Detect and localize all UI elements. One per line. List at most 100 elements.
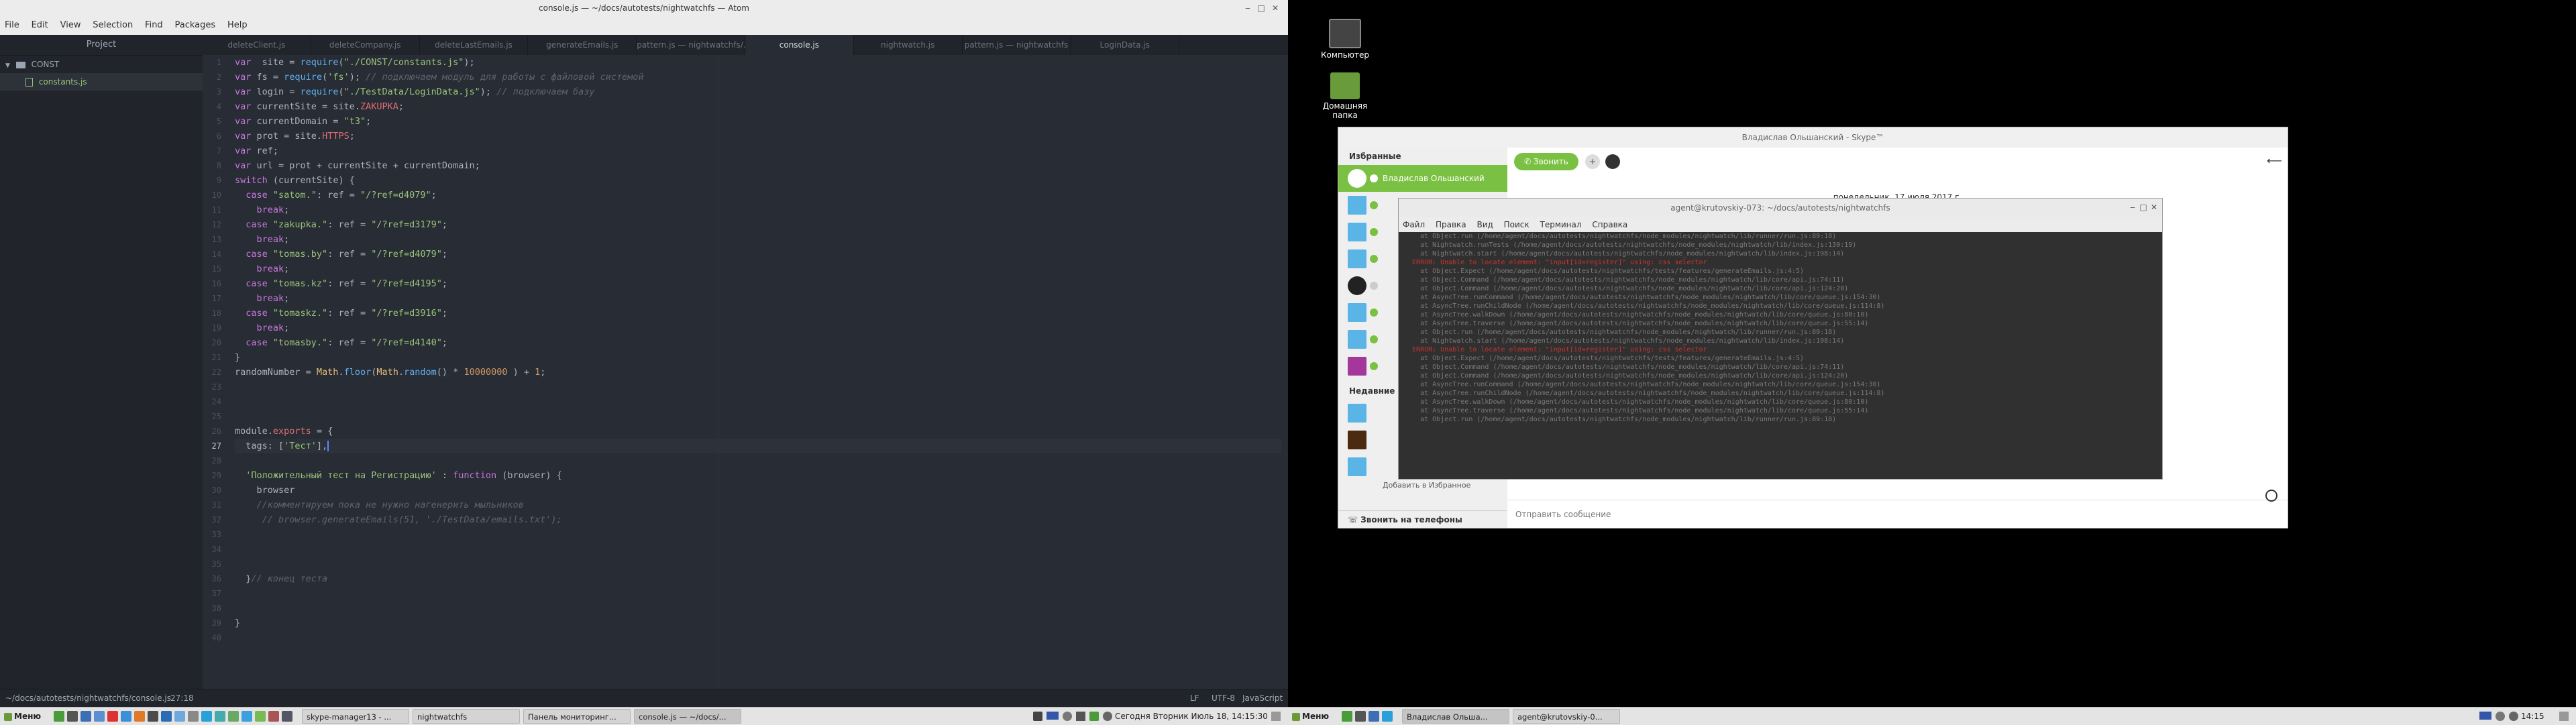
settings-launcher-icon[interactable] — [188, 711, 199, 722]
code-line[interactable]: break; — [235, 262, 1281, 276]
desktop-icon-computer[interactable]: Компьютер — [1315, 19, 1375, 60]
status-grammar[interactable]: JavaScript — [1242, 689, 1283, 707]
code-line[interactable] — [235, 453, 1281, 468]
skype-launcher-icon[interactable] — [201, 711, 212, 722]
back-arrow-icon[interactable]: ⟵ — [2267, 154, 2282, 167]
menu-file[interactable]: File — [0, 16, 24, 35]
terminal-menu-view[interactable]: Вид — [1472, 217, 1497, 232]
code-line[interactable] — [235, 527, 1281, 542]
taskbar-clock[interactable]: Сегодня Вторник Июль 18, 14:15:30 — [1115, 708, 1268, 725]
code-line[interactable]: tags: ['Тест'], — [235, 439, 1281, 453]
menu-help[interactable]: Help — [223, 16, 252, 35]
tab-console[interactable]: console.js — [745, 35, 854, 55]
terminal-output[interactable]: at Object.run (/home/agent/docs/autotest… — [1399, 232, 2162, 479]
status-file-path[interactable]: ~/docs/autotests/nightwatchfs/console.js — [5, 689, 171, 707]
menu-view[interactable]: View — [56, 16, 86, 35]
code-line[interactable] — [235, 542, 1281, 557]
code-line[interactable]: } — [235, 616, 1281, 630]
code-line[interactable]: break; — [235, 321, 1281, 335]
add-to-favorites-link[interactable]: Добавить в Избранное — [1338, 480, 1507, 491]
maximize-icon[interactable]: □ — [2138, 203, 2149, 212]
code-line[interactable]: switch (currentSite) { — [235, 173, 1281, 188]
keyboard-layout-flag-icon[interactable] — [2479, 712, 2491, 720]
code-line[interactable]: break; — [235, 232, 1281, 247]
code-line[interactable]: case "satom.": ref = "/?ref=d4079"; — [235, 188, 1281, 203]
menu-packages[interactable]: Packages — [170, 16, 221, 35]
code-line[interactable]: case "tomaskz.": ref = "/?ref=d3916"; — [235, 306, 1281, 321]
close-icon[interactable]: ✕ — [2149, 203, 2159, 212]
history-icon[interactable] — [1605, 154, 1620, 169]
tree-file-constants[interactable]: constants.js — [0, 73, 203, 91]
tab-generateemails[interactable]: generateEmails.js — [528, 35, 637, 55]
code-line[interactable]: case "tomasby.": ref = "/?ref=d4140"; — [235, 335, 1281, 350]
call-phones-button[interactable]: ☏ Звонить на телефоны — [1338, 510, 1507, 528]
terminal-launcher-icon[interactable] — [1355, 711, 1366, 722]
code-line[interactable] — [235, 380, 1281, 394]
call-button[interactable]: ✆ Звонить — [1514, 153, 1578, 170]
code-line[interactable] — [235, 601, 1281, 616]
tab-deletecompany[interactable]: deleteCompany.js — [311, 35, 420, 55]
code-line[interactable]: case "tomas.by": ref = "/?ref=d4079"; — [235, 247, 1281, 262]
user-tray-icon[interactable] — [1033, 712, 1042, 721]
start-menu-button[interactable]: Меню — [4, 710, 41, 723]
minimize-icon[interactable]: ‒ — [1242, 3, 1253, 13]
code-lines[interactable]: var site = require("./CONST/constants.js… — [235, 55, 1281, 645]
taskbar-window-monitoring[interactable]: Панель мониторинг... — [523, 709, 631, 724]
code-line[interactable]: // browser.generateEmails(51, './TestDat… — [235, 512, 1281, 527]
code-line[interactable]: //комментируем пока не нужно нагенерить … — [235, 498, 1281, 512]
code-line[interactable]: } — [235, 350, 1281, 365]
notifications-tray-icon[interactable] — [1271, 712, 1281, 721]
files-launcher-icon[interactable] — [80, 711, 91, 722]
terminal-menu-terminal[interactable]: Терминал — [1536, 217, 1585, 232]
update-tray-icon[interactable] — [1089, 712, 1099, 721]
code-line[interactable]: var url = prot + currentSite + currentDo… — [235, 158, 1281, 173]
taskbar-clock[interactable]: 14:15 — [2521, 708, 2544, 725]
chrome-launcher-icon[interactable] — [121, 711, 131, 722]
atom-launcher-icon[interactable] — [255, 711, 266, 722]
firefox-launcher-icon[interactable] — [134, 711, 145, 722]
code-line[interactable]: var ref; — [235, 144, 1281, 158]
code-line[interactable] — [235, 394, 1281, 409]
desktop-icon-home[interactable]: Домашняя папка — [1315, 72, 1375, 120]
close-icon[interactable]: ✕ — [1270, 3, 1281, 13]
monitor-launcher-icon[interactable] — [174, 711, 185, 722]
code-line[interactable]: var login = require("./TestData/LoginDat… — [235, 85, 1281, 99]
code-line[interactable] — [235, 557, 1281, 571]
code-line[interactable]: browser — [235, 483, 1281, 498]
files-launcher-icon[interactable] — [1368, 711, 1379, 722]
media-launcher-icon[interactable] — [268, 711, 279, 722]
search-icon[interactable] — [2265, 490, 2277, 502]
taskbar-window-nightwatchfs[interactable]: nightwatchfs — [413, 709, 520, 724]
terminal-menu-file[interactable]: Файл — [1399, 217, 1429, 232]
code-line[interactable]: case "zakupka.": ref = "/?ref=d3179"; — [235, 217, 1281, 232]
taskbar-window-atom[interactable]: console.js — ~/docs/... — [634, 709, 741, 724]
show-desktop-icon[interactable] — [1342, 711, 1352, 722]
code-line[interactable]: 'Положительный тест на Регистрацию' : fu… — [235, 468, 1281, 483]
browser-launcher-icon[interactable] — [94, 711, 105, 722]
add-participant-icon[interactable]: + — [1585, 154, 1600, 169]
terminal-launcher-icon[interactable] — [67, 711, 78, 722]
taskbar-window-skype-manager[interactable]: skype-manager13 - ... — [302, 709, 409, 724]
menu-selection[interactable]: Selection — [88, 16, 138, 35]
status-encoding[interactable]: UTF-8 — [1212, 689, 1235, 707]
menu-edit[interactable]: Edit — [27, 16, 53, 35]
tab-nightwatch[interactable]: nightwatch.js — [854, 35, 963, 55]
tab-pattern-1[interactable]: pattern.js — nightwatchfs/... — [637, 35, 745, 55]
terminal-menu-search[interactable]: Поиск — [1500, 217, 1534, 232]
code-line[interactable]: var prot = site.HTTPS; — [235, 129, 1281, 144]
code-line[interactable]: var currentDomain = "t3"; — [235, 114, 1281, 129]
code-line[interactable]: break; — [235, 203, 1281, 217]
show-desktop-icon[interactable] — [54, 711, 64, 722]
terminal-menu-help[interactable]: Справка — [1588, 217, 1631, 232]
keyboard-layout-flag-icon[interactable] — [1046, 712, 1059, 720]
skype-launcher-icon[interactable] — [1382, 711, 1393, 722]
terminal-menu-edit[interactable]: Правка — [1432, 217, 1470, 232]
code-editor[interactable]: 1 2 3 4 5 6 7 8 9 10 11 12 13 14 15 16 17 18 19 20 21 22 23 24 2… — [203, 55, 1288, 689]
code-line[interactable]: case "tomas.kz": ref = "/?ref=d4195"; — [235, 276, 1281, 291]
code-line[interactable]: }// конец теста — [235, 571, 1281, 586]
network-tray-icon[interactable] — [1063, 712, 1072, 721]
taskbar-window-terminal[interactable]: agent@krutovskiy-0... — [1513, 709, 1620, 724]
status-cursor-position[interactable]: 27:18 — [170, 689, 194, 707]
chat-launcher-icon[interactable] — [215, 711, 225, 722]
status-line-ending[interactable]: LF — [1190, 689, 1199, 707]
